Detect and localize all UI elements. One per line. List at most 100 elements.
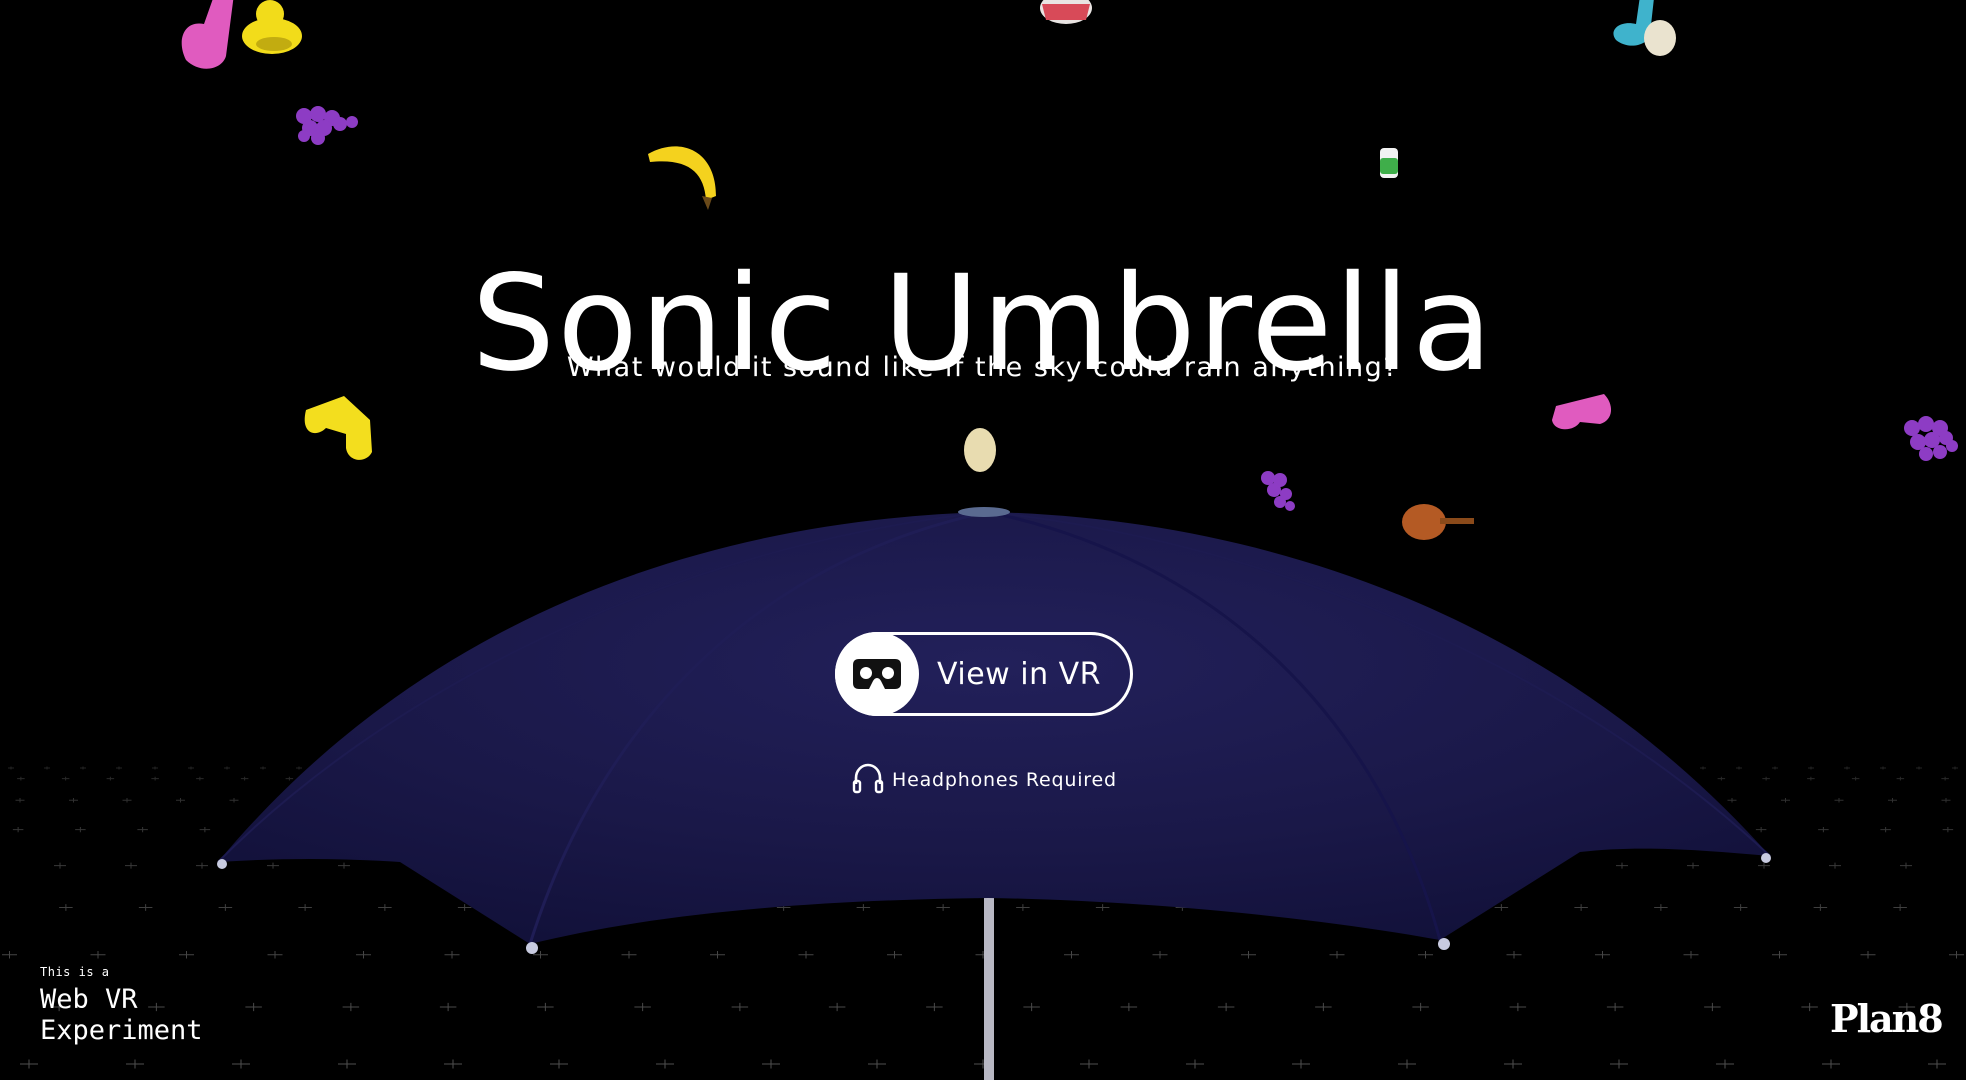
floor-cross	[20, 1059, 38, 1069]
floor-cross	[710, 951, 725, 959]
floor-cross	[1241, 951, 1256, 959]
floor-cross	[1762, 776, 1770, 781]
floor-cross	[1860, 951, 1876, 959]
floor-cross	[17, 776, 25, 781]
floor-cross	[1683, 951, 1699, 959]
floor-cross	[1023, 1002, 1040, 1012]
floor-cross	[240, 776, 249, 781]
floor-cross	[1418, 951, 1433, 959]
floor-cross	[1851, 776, 1860, 781]
floor-cross	[1758, 862, 1770, 869]
floor-cross	[69, 797, 78, 803]
floor-cross	[285, 776, 294, 781]
floor-cross	[1916, 766, 1922, 770]
floor-cross	[1844, 766, 1850, 770]
floor-cross	[1941, 776, 1949, 781]
rubber-duck	[242, 0, 302, 54]
floor-cross	[634, 1002, 651, 1012]
floor-cross	[1412, 1002, 1429, 1012]
floor-cross	[444, 951, 460, 959]
floor-cross	[267, 862, 279, 869]
floor-cross	[122, 797, 132, 803]
floor-cross	[1818, 826, 1829, 833]
floor-cross	[1292, 1059, 1310, 1069]
floor-cross	[75, 826, 86, 833]
floor-cross	[1834, 797, 1844, 803]
floor-cross	[1813, 904, 1828, 911]
floor-cross	[378, 904, 392, 911]
floor-cross	[1781, 797, 1790, 803]
floor-cross	[44, 766, 50, 770]
music-note-pink	[181, 0, 234, 69]
floor-cross	[1016, 904, 1030, 911]
vr-headset-icon	[835, 632, 919, 716]
plan8-logo[interactable]: Plan8	[1830, 996, 1944, 1041]
floor-cross	[621, 951, 637, 959]
floor-cross	[1616, 862, 1628, 869]
floor-cross	[550, 1059, 568, 1069]
floor-cross	[1888, 797, 1897, 803]
floor-cross	[188, 766, 194, 770]
headphones-notice: Headphones Required	[852, 762, 1117, 798]
floor-cross	[1080, 1059, 1098, 1069]
floor-cross	[137, 826, 148, 833]
floor-cross	[1595, 951, 1610, 959]
floor-cross	[232, 1059, 250, 1069]
floor-cross	[1494, 904, 1509, 911]
floor-cross	[1687, 862, 1699, 869]
floor-cross	[1504, 1059, 1522, 1069]
page-subtitle: What would it sound like if the sky coul…	[566, 352, 1400, 383]
floor-cross	[1509, 1002, 1527, 1012]
floor-cross	[926, 1002, 943, 1012]
floor-cross	[868, 1059, 886, 1069]
floor-cross	[1733, 904, 1748, 911]
floor-cross	[731, 1002, 749, 1012]
webvr-experiment-badge[interactable]: This is a Web VR Experiment	[40, 966, 203, 1046]
floor-cross	[762, 1059, 780, 1069]
headphones-icon	[852, 762, 884, 798]
floor-cross	[1807, 776, 1815, 781]
floor-cross	[1329, 951, 1345, 959]
floor-cross	[1606, 1002, 1624, 1012]
floor-cross	[444, 1059, 462, 1069]
floor-cross	[296, 766, 302, 770]
grapes	[296, 106, 358, 145]
floor-cross	[1704, 1002, 1721, 1012]
banana	[648, 146, 716, 210]
floor-cross	[196, 776, 204, 781]
floor-cross	[1829, 862, 1841, 869]
floor-cross	[1772, 766, 1778, 770]
floor-cross	[342, 1002, 360, 1012]
floor-cross	[1152, 951, 1168, 959]
grapes-right	[1904, 416, 1958, 461]
floor-cross	[887, 951, 902, 959]
view-in-vr-button[interactable]: View in VR	[835, 632, 1133, 716]
vr-scene	[2, 0, 1964, 1080]
floor-cross	[61, 776, 70, 781]
floor-cross	[1942, 826, 1954, 833]
floor-cross	[196, 862, 208, 869]
floor-cross	[798, 951, 814, 959]
floor-cross	[1941, 797, 1951, 803]
umbrella-canopy	[217, 507, 1771, 954]
violin	[1402, 504, 1474, 540]
view-in-vr-label: View in VR	[937, 656, 1101, 692]
floor-cross	[1928, 1059, 1946, 1069]
floor-cross	[1727, 797, 1737, 803]
headphones-label: Headphones Required	[892, 769, 1117, 791]
floor-cross	[439, 1002, 457, 1012]
floor-cross	[90, 951, 106, 959]
floor-cross	[152, 766, 158, 770]
floor-cross	[1717, 776, 1726, 781]
floor-cross	[218, 904, 233, 911]
floor-cross	[54, 862, 66, 869]
badge-intro: This is a	[40, 965, 110, 979]
floor-cross	[1120, 1002, 1138, 1012]
floor-cross	[856, 904, 871, 911]
floor-cross	[1952, 766, 1958, 770]
floor-cross	[537, 1002, 554, 1012]
floor-cross	[176, 797, 185, 803]
floor-cross	[1217, 1002, 1235, 1012]
floor-cross	[1893, 904, 1907, 911]
floor-cross	[936, 904, 950, 911]
